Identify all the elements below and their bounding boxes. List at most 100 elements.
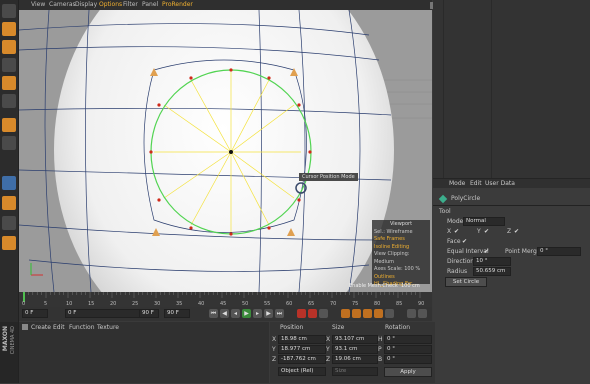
menu-options[interactable]: Options <box>99 1 122 8</box>
next-key-icon[interactable]: ▶ <box>264 309 273 318</box>
preview-end-field[interactable]: 90 F <box>139 309 159 318</box>
attribute-manager: Mode Edit User Data PolyCircle Tool Mode… <box>433 178 590 384</box>
select-tool-icon[interactable] <box>2 22 16 36</box>
rotation-p-field[interactable]: 0 ° <box>384 345 432 354</box>
menu-prorender[interactable]: ProRender <box>162 1 193 8</box>
hud-line: Safe Frames <box>374 236 405 242</box>
position-z-field[interactable]: -187.762 cm <box>278 355 326 364</box>
key-position-icon[interactable] <box>341 309 350 318</box>
autokey-icon[interactable] <box>308 309 317 318</box>
material-menu-create[interactable]: Create <box>31 324 51 331</box>
key-rotation-icon[interactable] <box>352 309 361 318</box>
position-x-field[interactable]: 18.98 cm <box>278 335 326 344</box>
mode-dropdown[interactable]: Normal <box>463 217 505 226</box>
soft-selection-icon[interactable] <box>2 236 16 250</box>
tab-tool[interactable]: Tool <box>439 208 451 215</box>
tooltip: Cursor Position Mode <box>299 173 358 181</box>
logo-maxon: MAXON <box>2 326 9 352</box>
radius-field[interactable]: 50.659 cm <box>473 267 511 276</box>
goto-end-icon[interactable]: ⏭ <box>275 309 284 318</box>
timeline-ruler[interactable]: 0 5 10 15 20 25 30 35 40 45 50 55 60 65 70 75 80 85 90 <box>19 292 432 307</box>
end-frame-field[interactable]: 90 F <box>164 309 190 318</box>
interpolation-icon[interactable] <box>407 309 416 318</box>
transport-bar: 0 F 0 F 90 F 90 F ⏮ ◀ ◂ ▶ ▸ ▶ ⏭ <box>19 307 432 321</box>
play-icon[interactable]: ▶ <box>242 309 251 318</box>
attr-menu-edit[interactable]: Edit <box>470 180 482 187</box>
start-frame-field[interactable]: 0 F <box>22 309 48 318</box>
coordinates-manager: Position Size Rotation X 18.98 cm X 93.1… <box>270 322 435 383</box>
material-manager: Create Edit Function Texture <box>19 322 269 383</box>
material-menu-texture[interactable]: Texture <box>97 324 119 331</box>
viewport-hud: Viewport Sel.: Wireframe Safe Frames Iso… <box>372 220 430 287</box>
material-menu-function[interactable]: Function <box>69 324 95 331</box>
menu-filter[interactable]: Filter <box>123 1 138 8</box>
coord-axis-h: H <box>378 336 383 343</box>
keyframe-selection-icon[interactable] <box>319 309 328 318</box>
edges-mode-icon[interactable] <box>2 136 16 150</box>
point-merge-label: Point Merge <box>505 248 541 255</box>
rotation-h-field[interactable]: 0 ° <box>384 335 432 344</box>
coord-mode-dropdown[interactable]: Object (Rel) <box>278 367 326 376</box>
y-label: Y <box>477 228 481 235</box>
menu-panel[interactable]: Panel <box>142 1 158 8</box>
sphere-object[interactable] <box>54 10 394 292</box>
face-checkbox[interactable]: ✔ <box>462 238 467 245</box>
mesh-check-label[interactable]: Enable Mesh Check <box>349 283 398 289</box>
equal-interval-checkbox[interactable]: ✔ <box>484 248 489 255</box>
next-frame-icon[interactable]: ▸ <box>253 309 262 318</box>
preview-range-field[interactable]: 0 F <box>65 309 149 318</box>
menu-view[interactable]: View <box>31 1 45 8</box>
circle-center-handle[interactable] <box>229 150 233 154</box>
menu-display[interactable]: Display <box>75 1 97 8</box>
move-tool-icon[interactable] <box>2 40 16 54</box>
mesh-check-value: 100 cm <box>401 283 420 289</box>
direction-field[interactable]: 10 ° <box>473 257 511 266</box>
coord-header-rotation: Rotation <box>385 324 411 331</box>
hud-line: Sel.: Wireframe <box>374 228 413 235</box>
scale-tool-icon[interactable] <box>2 58 16 72</box>
rotation-b-field[interactable]: 0 ° <box>384 355 432 364</box>
size-x-field[interactable]: 93.107 cm <box>332 335 378 344</box>
timeline[interactable]: 0 5 10 15 20 25 30 35 40 45 50 55 60 65 70 75 80 85 90 <box>19 292 432 307</box>
rotate-tool-icon[interactable] <box>2 76 16 90</box>
snap-icon[interactable] <box>2 196 16 210</box>
timeline-menu-icon[interactable] <box>418 309 427 318</box>
coord-axis-z: Z <box>272 356 277 363</box>
attr-menu-mode[interactable]: Mode <box>449 180 465 187</box>
viewport-canvas[interactable] <box>19 10 432 292</box>
apply-button[interactable]: Apply <box>384 367 432 377</box>
hud-title: Viewport <box>389 221 413 227</box>
z-label: Z <box>507 228 512 235</box>
equal-interval-label: Equal Interval <box>447 248 489 255</box>
z-checkbox[interactable]: ✔ <box>514 228 519 235</box>
menu-cameras[interactable]: Cameras <box>49 1 76 8</box>
record-icon[interactable] <box>297 309 306 318</box>
attr-menu-userdata[interactable]: User Data <box>485 180 515 187</box>
undo-icon[interactable] <box>2 4 16 18</box>
set-circle-button[interactable]: Set Circle <box>445 277 487 287</box>
polygons-mode-icon[interactable] <box>2 176 16 190</box>
model-mode-icon[interactable] <box>2 94 16 108</box>
goto-start-icon[interactable]: ⏮ <box>209 309 218 318</box>
key-pla-icon[interactable] <box>385 309 394 318</box>
size-z-field[interactable]: 19.06 cm <box>332 355 378 364</box>
prev-frame-icon[interactable]: ◂ <box>231 309 240 318</box>
polycircle-icon <box>438 194 448 204</box>
material-menu-edit[interactable]: Edit <box>53 324 65 331</box>
coord-axis-z: Z <box>326 356 331 363</box>
size-mode-dropdown[interactable]: Size <box>332 367 378 376</box>
radius-label: Radius <box>447 268 468 275</box>
points-mode-icon[interactable] <box>2 118 16 132</box>
point-merge-field[interactable]: 0 ° <box>537 247 581 256</box>
viewport[interactable]: Cursor Position Mode Viewport Sel.: Wire… <box>19 10 432 292</box>
hud-line: Axes Scale: 100 % <box>374 266 421 272</box>
position-y-field[interactable]: 18.977 cm <box>278 345 326 354</box>
key-scale-icon[interactable] <box>363 309 372 318</box>
x-checkbox[interactable]: ✔ <box>454 228 459 235</box>
workplane-icon[interactable] <box>2 216 16 230</box>
key-param-icon[interactable] <box>374 309 383 318</box>
prev-key-icon[interactable]: ◀ <box>220 309 229 318</box>
coord-axis-y: Y <box>272 346 276 353</box>
size-y-field[interactable]: 93.1 cm <box>332 345 378 354</box>
y-checkbox[interactable]: ✔ <box>484 228 489 235</box>
